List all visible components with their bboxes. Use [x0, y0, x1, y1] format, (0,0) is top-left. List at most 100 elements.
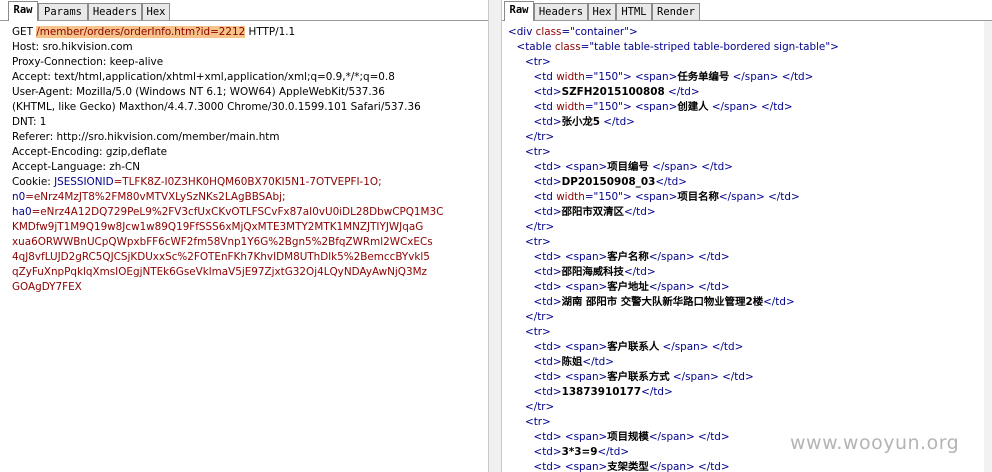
attr-value: 150 [598, 101, 619, 113]
response-line: <tr> [525, 55, 551, 70]
tab-raw[interactable]: Raw [504, 1, 534, 21]
cookie-continuation: xua6ORWWBnUCpQWpxbFF6cWF2fm58Vnp1Y6G%2Bg… [12, 236, 433, 248]
response-text-area[interactable]: <div class="container"> <table class="tab… [502, 21, 992, 472]
response-line: <table class="table table-striped table-… [517, 40, 839, 55]
panel-splitter[interactable] [488, 0, 502, 472]
request-panel: Raw Params Headers Hex GET /member/order… [0, 0, 488, 472]
response-line: <td width="150"> <span>项目名称</span> </td> [534, 190, 800, 205]
cell-text: 张小龙5 [561, 116, 600, 128]
tag-markup: </span> </td> [648, 251, 730, 263]
tab-raw[interactable]: Raw [8, 1, 38, 21]
tag-markup: </td> [600, 116, 635, 128]
response-line: </tr> [525, 310, 554, 325]
request-text-area[interactable]: GET /member/orders/orderInfo.htm?id=2212… [0, 21, 488, 472]
tab-html[interactable]: HTML [616, 3, 652, 20]
cookie-value: =eNrz4MzJT8%2FM80vMTVXLySzNKs2LAgBBSAbj; [25, 191, 286, 203]
tag-markup: <div [508, 26, 536, 38]
tag-markup: </td> [623, 266, 656, 278]
tab-headers[interactable]: Headers [88, 3, 142, 20]
response-line: <td> <span>客户名称</span> </td> [534, 250, 730, 265]
request-url: /member/orders/orderInfo.htm?id=2212 [36, 26, 246, 38]
response-tab-bar: Raw Headers Hex HTML Render [502, 0, 992, 21]
tag-markup: "> [624, 26, 638, 38]
tag-markup: <td> <span> [533, 341, 608, 353]
tag-markup: "> <span> [618, 71, 678, 83]
attr-name: width [556, 101, 585, 113]
cell-text: 客户联系方式 [607, 371, 670, 383]
request-tab-bar: Raw Params Headers Hex [0, 0, 488, 21]
cookie-continuation: GOAgDY7FEX [12, 281, 82, 293]
tag-markup: <td> [533, 176, 562, 188]
response-line: <td>SZFH2015100808 </td> [534, 85, 700, 100]
tab-hex[interactable]: Hex [588, 3, 616, 20]
tag-markup: <td> [533, 446, 562, 458]
tag-markup: <td> <span> [533, 461, 608, 472]
cookie-continuation: 4qJ8vfLUJD2gRC5QJCSjKDUxxSc%2FOTEnFKh7Kh… [12, 251, 430, 263]
header-line: Accept-Encoding: gzip,deflate [12, 146, 168, 158]
response-line: <td width="150"> <span>任务单编号 </span> </t… [534, 70, 814, 85]
request-line: GET /member/orders/orderInfo.htm?id=2212… [12, 26, 296, 38]
tag-markup: </span> </td> [648, 431, 730, 443]
tag-markup: </td> [664, 86, 700, 98]
tag-markup: <td> [533, 356, 562, 368]
header-line: Referer: http://sro.hikvision.com/member… [12, 131, 280, 143]
cookie-continuation: qZyFuXnpPqklqXmsIOEgjNTEk6GseVklmaV5jE97… [12, 266, 428, 278]
attr-value: 150 [598, 71, 619, 83]
tag-markup: </tr> [525, 311, 555, 323]
tag-markup: <td [533, 191, 557, 203]
tag-markup: <tr> [525, 56, 551, 68]
tag-markup: =" [584, 101, 599, 113]
attr-name: width [556, 71, 585, 83]
response-line: <td>邵阳市双清区</td> [534, 205, 656, 220]
response-line: <td>13873910177</td> [534, 385, 673, 400]
cookie-name: JSESSIONID [54, 176, 114, 188]
tag-markup: <td> [533, 296, 562, 308]
tag-markup: <tr> [525, 236, 551, 248]
attr-name: width [556, 191, 585, 203]
tag-markup: <td> [533, 386, 562, 398]
response-scrollbar[interactable] [984, 21, 992, 472]
tag-markup: <td> <span> [533, 431, 608, 443]
tag-markup: </td> [641, 386, 673, 398]
tag-markup: </td> [597, 446, 630, 458]
tag-markup: "> <span> [618, 101, 678, 113]
tag-markup: <tr> [525, 416, 551, 428]
tag-markup: =" [584, 71, 599, 83]
tag-markup: </span> </td> [708, 101, 793, 113]
header-line: Accept-Language: zh-CN [12, 161, 141, 173]
tag-markup: </tr> [525, 221, 555, 233]
watermark-text: www.wooyun.org [790, 432, 960, 454]
cell-text: 陈姐 [561, 356, 583, 368]
cookie-continuation: KMDfw9jT1M9Q19w8Jcw1w89Q19FfSSS6xMjQxMTE… [12, 221, 424, 233]
tag-markup: </tr> [525, 401, 555, 413]
tab-headers[interactable]: Headers [534, 3, 588, 20]
response-line: <div class="container"> [508, 25, 638, 40]
response-line: <td width="150"> <span>创建人 </span> </td> [534, 100, 793, 115]
header-line: Accept: text/html,application/xhtml+xml,… [12, 71, 395, 83]
cookie-name: n0 [12, 191, 26, 203]
cookie-line: ha0=eNrz4A12DQ729PeL9%2FV3cfUxCKvOTLFSCv… [12, 205, 443, 220]
tab-params[interactable]: Params [38, 3, 88, 20]
response-line: <tr> [525, 325, 551, 340]
attr-value: 150 [598, 191, 619, 203]
tag-markup: <td [533, 101, 557, 113]
cookie-value: =eNrz4A12DQ729PeL9%2FV3cfUxCKvOTLFSCvFx8… [31, 206, 444, 218]
tab-hex[interactable]: Hex [142, 3, 170, 20]
tab-render[interactable]: Render [652, 3, 700, 20]
response-line: <td>3*3=9</td> [534, 445, 630, 460]
tag-markup: </td> [763, 296, 795, 308]
tag-markup: <td> [533, 116, 562, 128]
header-line: DNT: 1 [12, 116, 47, 128]
tag-markup: </td> [623, 206, 656, 218]
cell-text: 13873910177 [561, 386, 642, 398]
response-line: <td> <span>客户联系人 </span> </td> [534, 340, 744, 355]
cell-text: 邵阳市双清区 [561, 206, 624, 218]
response-line: <td> <span>客户地址</span> </td> [534, 280, 730, 295]
tag-markup: <td> [533, 266, 562, 278]
tag-markup: "> <span> [618, 191, 678, 203]
tag-markup: <td> <span> [533, 251, 608, 263]
tag-markup: </span> </td> [648, 161, 733, 173]
cell-text: 支架类型 [607, 461, 649, 472]
response-line: <td> <span>项目编号 </span> </td> [534, 160, 733, 175]
response-line: <td>DP20150908_03</td> [534, 175, 687, 190]
